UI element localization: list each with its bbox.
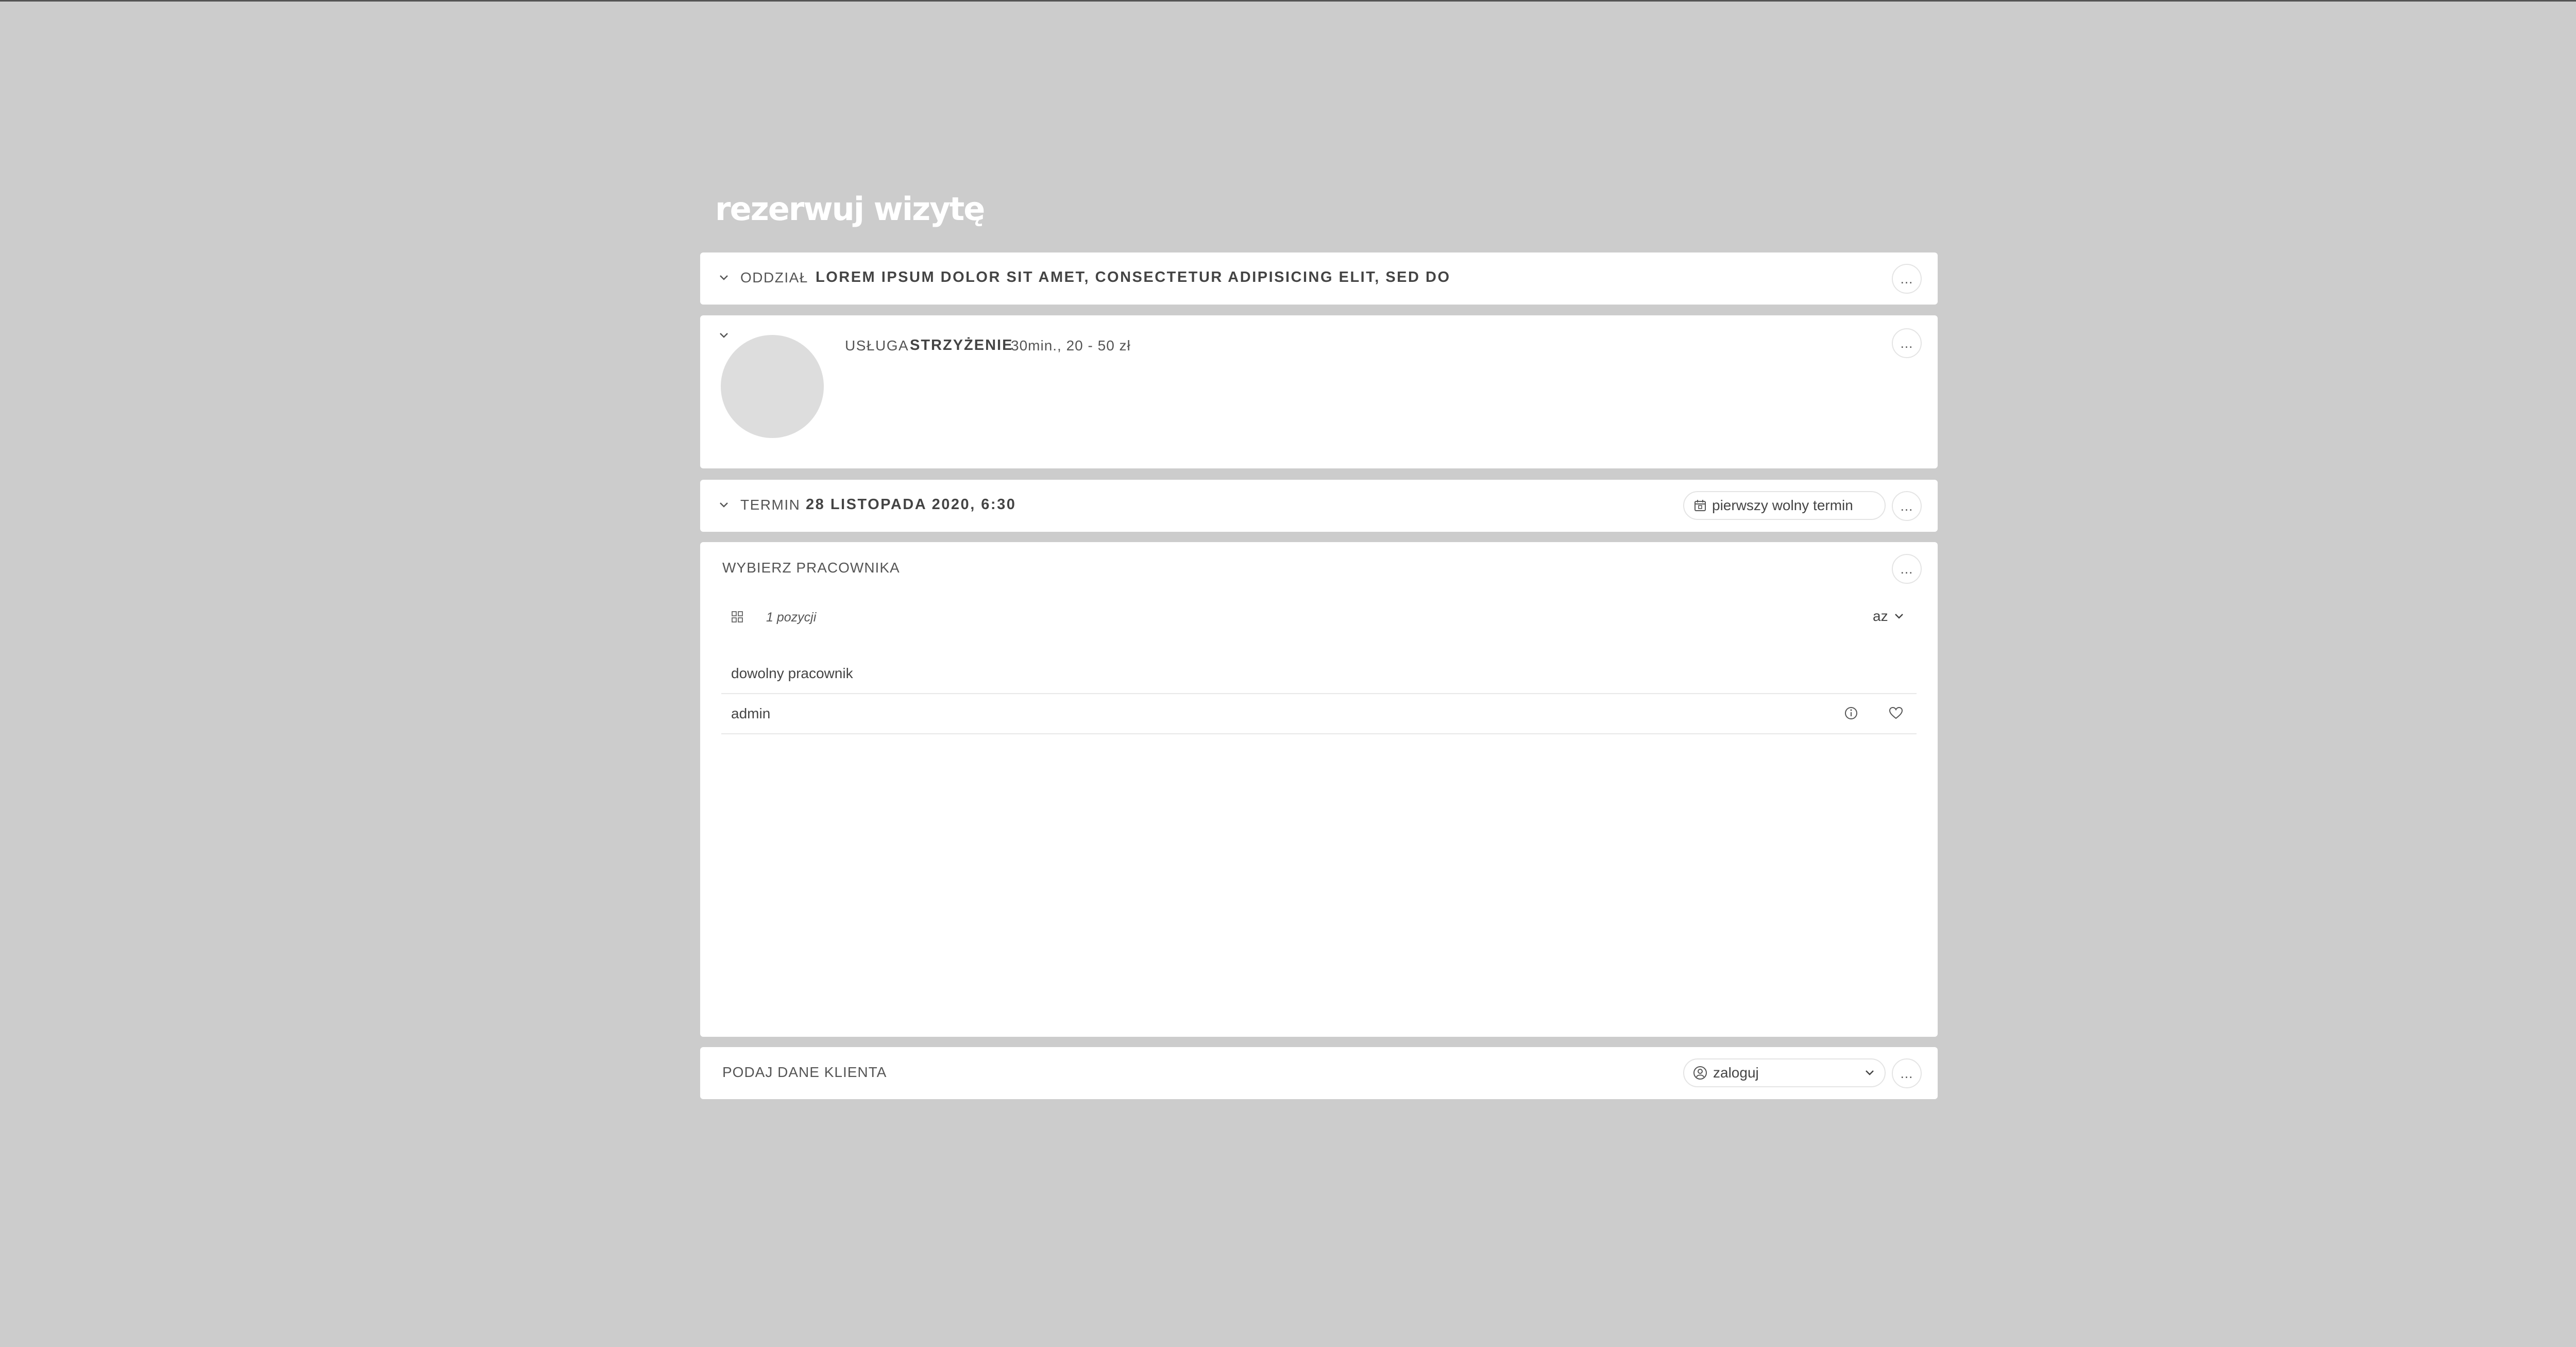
employee-name: admin bbox=[731, 705, 771, 721]
service-details: 30min., 20 - 50 zł bbox=[1011, 338, 1131, 353]
branch-section[interactable]: ODDZIAŁ LOREM IPSUM DOLOR SIT AMET, CONS… bbox=[700, 252, 1938, 305]
service-label: USŁUGA bbox=[845, 338, 909, 353]
client-more-button[interactable]: ... bbox=[1892, 1058, 1922, 1088]
chevron-down-icon[interactable] bbox=[718, 499, 728, 510]
client-header: PODAJ DANE KLIENTA bbox=[722, 1064, 887, 1080]
more-dots-icon: ... bbox=[1900, 561, 1913, 577]
employee-name: dowolny pracownik bbox=[731, 665, 853, 681]
more-dots-icon: ... bbox=[1900, 1066, 1913, 1081]
first-free-term-label: pierwszy wolny termin bbox=[1712, 497, 1853, 513]
calendar-icon bbox=[1693, 499, 1707, 512]
info-icon[interactable] bbox=[1843, 705, 1859, 721]
chevron-down-icon bbox=[1864, 1067, 1875, 1079]
sort-label: az bbox=[1873, 608, 1888, 624]
term-more-button[interactable]: ... bbox=[1892, 491, 1922, 521]
employee-more-button[interactable]: ... bbox=[1892, 554, 1922, 584]
service-more-button[interactable]: ... bbox=[1892, 328, 1922, 358]
term-label: TERMIN bbox=[740, 497, 801, 513]
service-section[interactable]: USŁUGA STRZYŻENIE 30min., 20 - 50 zł ... bbox=[700, 315, 1938, 468]
list-item[interactable]: admin bbox=[721, 694, 1917, 734]
login-dropdown[interactable]: zaloguj bbox=[1683, 1058, 1886, 1087]
branch-label: ODDZIAŁ bbox=[740, 270, 808, 285]
page-title: rezerwuj wizytę bbox=[715, 190, 985, 228]
result-count: 1 pozycji bbox=[766, 610, 817, 625]
grid-view-icon[interactable] bbox=[731, 611, 743, 623]
user-icon bbox=[1692, 1065, 1708, 1081]
more-dots-icon: ... bbox=[1900, 498, 1913, 514]
chevron-down-icon bbox=[1893, 611, 1905, 622]
login-label: zaloguj bbox=[1713, 1065, 1759, 1081]
more-dots-icon: ... bbox=[1900, 335, 1913, 351]
service-image bbox=[721, 335, 824, 438]
branch-value: LOREM IPSUM DOLOR SIT AMET, CONSECTETUR … bbox=[816, 269, 1451, 285]
heart-icon[interactable] bbox=[1888, 705, 1904, 721]
list-item[interactable]: dowolny pracownik bbox=[721, 654, 1917, 694]
branch-more-button[interactable]: ... bbox=[1892, 264, 1922, 294]
service-name: STRZYŻENIE bbox=[910, 337, 1013, 353]
term-section[interactable]: TERMIN 28 LISTOPADA 2020, 6:30 pierwszy … bbox=[700, 480, 1938, 532]
client-section[interactable]: PODAJ DANE KLIENTA zaloguj ... bbox=[700, 1047, 1938, 1099]
term-value: 28 LISTOPADA 2020, 6:30 bbox=[806, 496, 1016, 513]
chevron-down-icon[interactable] bbox=[718, 330, 728, 340]
more-dots-icon: ... bbox=[1900, 271, 1913, 287]
first-free-term-button[interactable]: pierwszy wolny termin bbox=[1683, 491, 1886, 520]
chevron-down-icon[interactable] bbox=[718, 272, 728, 282]
employee-header: WYBIERZ PRACOWNIKA bbox=[722, 560, 900, 576]
employee-section: WYBIERZ PRACOWNIKA ... 1 pozycji az bbox=[700, 542, 1938, 1037]
sort-dropdown[interactable]: az bbox=[1873, 608, 1905, 625]
